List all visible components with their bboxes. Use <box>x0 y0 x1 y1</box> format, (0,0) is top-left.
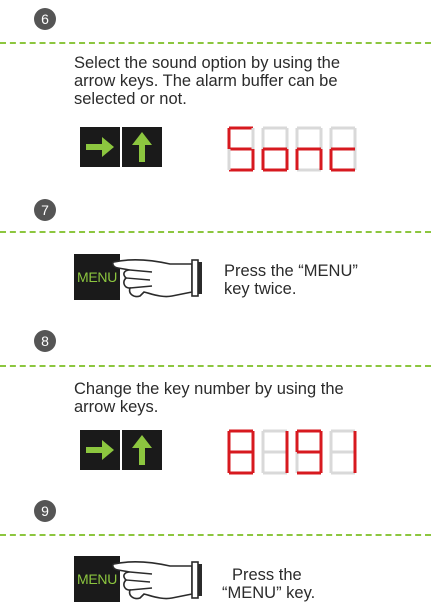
arrow-right-key <box>80 127 120 167</box>
digit-1 <box>329 429 357 475</box>
digit-1 <box>261 429 289 475</box>
digit-8 <box>227 429 255 475</box>
digit-9 <box>295 429 323 475</box>
digit-S <box>227 126 255 172</box>
step-number-badge: 8 <box>34 330 56 352</box>
step-divider <box>0 365 431 367</box>
step-instruction-line: Press the “MENU” <box>224 262 358 280</box>
arrow-up-icon <box>132 132 152 162</box>
pointing-hand-icon <box>112 561 202 600</box>
digit-n <box>295 126 323 172</box>
digit-c <box>329 126 357 172</box>
arrow-up-key <box>122 127 162 167</box>
step-instruction-line: Press the <box>232 566 302 584</box>
step-number-badge: 7 <box>34 199 56 221</box>
step-instruction-line: key twice. <box>224 280 297 298</box>
arrow-right-icon <box>86 440 114 460</box>
step-instruction-line: arrow keys. The alarm buffer can be <box>74 72 338 90</box>
step-instruction-line: arrow keys. <box>74 398 159 416</box>
seven-segment-display <box>227 429 357 475</box>
step-instruction-line: Change the key number by using the <box>74 380 344 398</box>
arrow-right-icon <box>86 137 114 157</box>
step-divider <box>0 231 431 233</box>
arrow-right-key <box>80 430 120 470</box>
arrow-up-icon <box>132 435 152 465</box>
arrow-up-key <box>122 430 162 470</box>
step-divider <box>0 534 431 536</box>
step-number-badge: 6 <box>34 8 56 30</box>
seven-segment-display <box>227 126 357 172</box>
digit-o <box>261 126 289 172</box>
step-instruction-line: selected or not. <box>74 90 187 108</box>
step-divider <box>0 42 431 44</box>
step-instruction-line: Select the sound option by using the <box>74 54 341 72</box>
step-number-badge: 9 <box>34 500 56 522</box>
step-instruction-line: “MENU” key. <box>222 584 316 602</box>
pointing-hand-icon <box>112 259 202 298</box>
